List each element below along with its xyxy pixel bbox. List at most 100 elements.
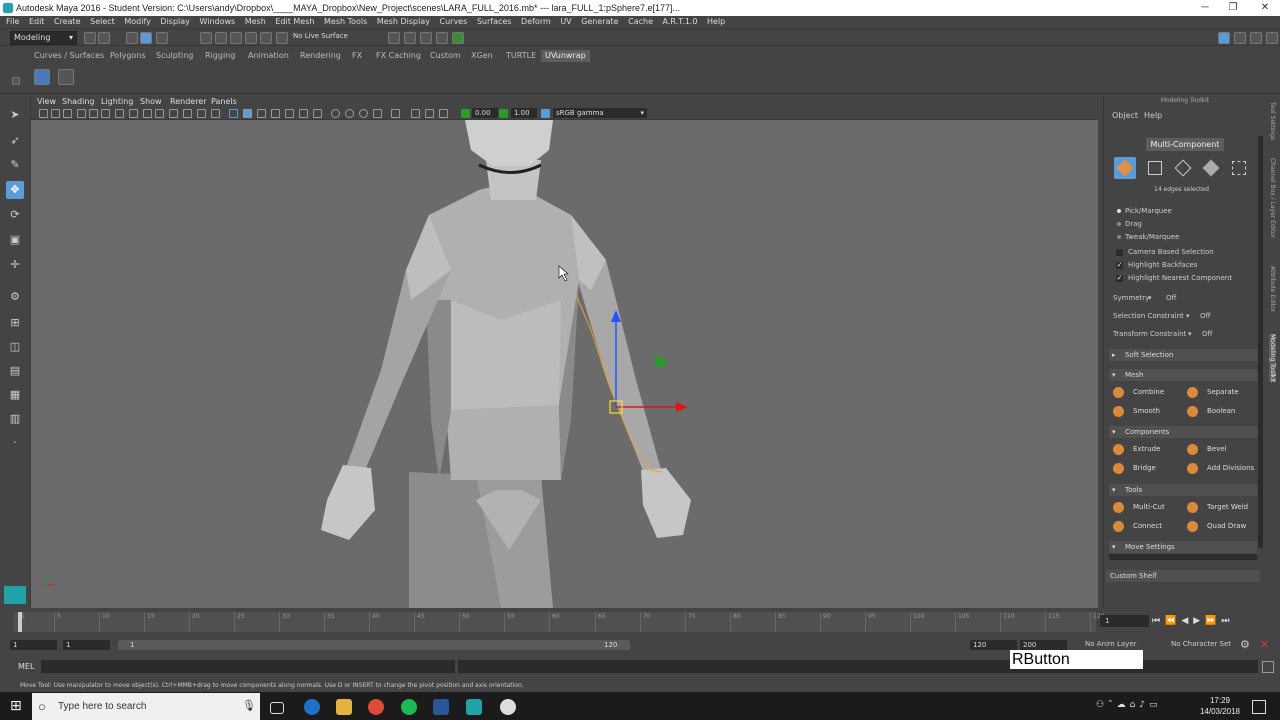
image-plane-icon[interactable] (77, 109, 86, 118)
volume-icon[interactable]: ♪ (1139, 700, 1149, 710)
selection-constraint-value[interactable]: Off (1200, 311, 1210, 321)
animation-preferences-icon[interactable]: ✕ (1260, 638, 1269, 651)
use-all-lights-icon[interactable] (257, 109, 266, 118)
viewport-panel[interactable]: View Shading Lighting Show Renderer Pane… (31, 96, 1098, 608)
custom-shelf-label[interactable]: Custom Shelf (1106, 570, 1260, 582)
gamma-icon[interactable] (499, 109, 508, 118)
separate-button[interactable]: Separate (1183, 384, 1253, 401)
snap-grid-icon[interactable] (200, 32, 212, 44)
smooth-button[interactable]: Smooth (1109, 403, 1179, 420)
animation-end-field[interactable]: 200 (1020, 640, 1067, 650)
tab-tool-settings[interactable]: Tool Settings (1269, 102, 1276, 140)
menu-generate[interactable]: Generate (581, 16, 618, 28)
keyboard-icon[interactable]: ▭ (1149, 700, 1162, 710)
tools-section-header[interactable]: ▾ Tools (1109, 484, 1257, 496)
face-mode-icon[interactable] (1200, 157, 1222, 179)
script-editor-icon[interactable] (1262, 661, 1274, 673)
snap-curve-icon[interactable] (215, 32, 227, 44)
select-hierarchy-icon[interactable] (126, 32, 138, 44)
color-space-dropdown[interactable]: sRGB gamma ▾ (553, 108, 647, 118)
step-forward-key-icon[interactable]: ⏩ (1205, 616, 1221, 626)
panel-scrollbar-vertical[interactable] (1258, 136, 1263, 548)
show-manipulator-icon[interactable]: ⚙ (6, 288, 24, 306)
menu-select[interactable]: Select (90, 16, 115, 28)
select-camera-icon[interactable] (39, 109, 48, 118)
anim-layer-label[interactable]: No Anim Layer (1085, 640, 1136, 648)
highlight-backfaces-checkbox[interactable]: ✓ (1116, 262, 1123, 269)
boolean-button[interactable]: Boolean (1183, 403, 1253, 420)
minimize-button[interactable]: ─ (1190, 0, 1220, 16)
combine-button[interactable]: Combine (1109, 384, 1179, 401)
tab-modeling-toolkit[interactable]: Modeling Toolkit (1269, 334, 1276, 383)
ipr-render-icon[interactable] (420, 32, 432, 44)
camera-based-selection-checkbox[interactable] (1116, 249, 1123, 256)
bookmark-icon[interactable] (63, 109, 72, 118)
exposure-icon[interactable] (461, 109, 470, 118)
target-weld-button[interactable]: Target Weld (1183, 499, 1253, 516)
grid-icon[interactable] (89, 109, 98, 118)
lasso-tool-icon[interactable]: ➶ (6, 132, 24, 150)
shaded-icon[interactable] (229, 109, 238, 118)
edge-mode-icon[interactable] (1172, 157, 1194, 179)
grease-pencil-icon[interactable] (411, 109, 420, 118)
menuset-dropdown[interactable]: Modeling ▾ (10, 31, 77, 45)
tab-channel-box[interactable]: Channel Box / Layer Editor (1269, 158, 1276, 238)
anti-aliasing-icon[interactable] (313, 109, 322, 118)
layout-icon-1[interactable] (1218, 32, 1230, 44)
spotify-icon[interactable] (401, 699, 417, 715)
paint-select-tool-icon[interactable]: ✎ (6, 156, 24, 174)
move-settings-section[interactable]: ▾ Move Settings (1109, 541, 1257, 553)
layout-icon-4[interactable] (1266, 32, 1278, 44)
menu-help[interactable]: Help (707, 16, 725, 28)
menu-edit-mesh[interactable]: Edit Mesh (275, 16, 314, 28)
close-button[interactable]: ✕ (1250, 0, 1280, 16)
character-set-label[interactable]: No Character Set (1171, 640, 1231, 648)
viewport-menu-view[interactable]: View (37, 96, 56, 107)
viewport-menu-renderer[interactable]: Renderer (170, 96, 207, 107)
shelf-tab-custom[interactable]: Custom (426, 50, 465, 62)
shelf-options-icon[interactable] (12, 77, 20, 85)
manipulator-x-axis[interactable] (676, 402, 688, 412)
time-slider[interactable]: 1 5 10 15 20 25 30 35 40 45 50 55 60 65 70 75 80 85 90 95 10… (14, 612, 1104, 632)
select-object-icon[interactable] (140, 32, 152, 44)
viewport-canvas[interactable]: persp (31, 120, 1098, 608)
shelf-tab-turtle[interactable]: TURTLE (502, 50, 540, 62)
menu-curves[interactable]: Curves (440, 16, 468, 28)
move-tool-icon[interactable]: ✥ (6, 181, 24, 199)
gate-mask-icon[interactable] (129, 109, 138, 118)
shelf-tab-fx[interactable]: FX (348, 50, 366, 62)
new-scene-icon[interactable] (84, 32, 96, 44)
components-section-header[interactable]: ▾ Components (1109, 426, 1257, 438)
shelf-tab-fx-caching[interactable]: FX Caching (372, 50, 425, 62)
viewport-menu-show[interactable]: Show (140, 96, 162, 107)
select-tool-icon[interactable]: ➤ (6, 106, 24, 124)
edge-browser-icon[interactable] (304, 699, 320, 715)
chrome-icon[interactable] (368, 699, 384, 715)
render-current-icon[interactable] (404, 32, 416, 44)
mel-command-input[interactable] (41, 660, 455, 673)
quad-draw-button[interactable]: Quad Draw (1183, 518, 1253, 535)
playhead[interactable] (18, 612, 22, 632)
object-mode-icon[interactable] (1114, 157, 1136, 179)
multi-cut-button[interactable]: Multi-Cut (1109, 499, 1179, 516)
viewport-menu-shading[interactable]: Shading (62, 96, 95, 107)
live-surface-icon[interactable] (276, 32, 288, 44)
multi-component-button[interactable]: Multi-Component (1146, 138, 1224, 151)
auto-key-icon[interactable]: ⚙ (1240, 638, 1250, 651)
tab-object[interactable]: Object (1112, 111, 1138, 121)
safe-action-icon[interactable] (155, 109, 164, 118)
radio-drag[interactable] (1117, 222, 1121, 226)
render-view-icon[interactable] (388, 32, 400, 44)
highlight-nearest-checkbox[interactable]: ✓ (1116, 275, 1123, 282)
checker-icon[interactable] (58, 69, 74, 85)
camera-attributes-icon[interactable] (51, 109, 60, 118)
exposure-field[interactable]: 0.00 (472, 108, 498, 118)
resolution-gate-icon[interactable] (115, 109, 124, 118)
tab-attribute-editor[interactable]: Attribute Editor (1269, 266, 1276, 312)
shelf-tab-sculpting[interactable]: Sculpting (152, 50, 197, 62)
manipulator-z-axis[interactable] (655, 357, 665, 367)
mesh-section-header[interactable]: ▾ Mesh (1109, 369, 1257, 381)
layout-four-view-icon[interactable]: ⊞ (6, 314, 24, 332)
snap-point-icon[interactable] (230, 32, 242, 44)
task-view-icon[interactable] (270, 702, 284, 714)
